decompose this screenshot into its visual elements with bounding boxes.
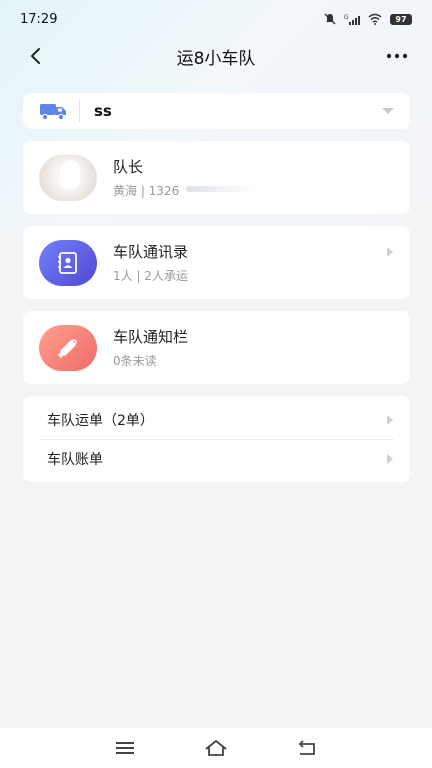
dropdown-arrow-icon[interactable] bbox=[382, 107, 394, 115]
leader-role: 队长 bbox=[113, 158, 144, 176]
chevron-right-icon bbox=[387, 415, 393, 425]
divider bbox=[79, 100, 80, 122]
megaphone-icon bbox=[58, 338, 77, 358]
status-time: 17:29 bbox=[20, 11, 58, 27]
list-item-team-orders[interactable]: 车队运单（2单） bbox=[23, 400, 410, 440]
more-icon[interactable] bbox=[386, 46, 408, 66]
team-selector[interactable]: ss bbox=[23, 93, 410, 129]
contacts-sub: 1人 | 2人承运 bbox=[113, 269, 188, 283]
team-menu-list: 车队运单（2单） 车队账单 bbox=[23, 396, 410, 482]
home-icon[interactable] bbox=[204, 739, 228, 757]
signal-icon: G bbox=[344, 14, 360, 25]
list-item-team-bills[interactable]: 车队账单 bbox=[23, 439, 410, 479]
contacts-title: 车队通讯录 bbox=[113, 243, 189, 261]
avatar-face bbox=[60, 159, 80, 190]
wifi-icon bbox=[368, 13, 382, 25]
back-icon[interactable] bbox=[295, 739, 319, 757]
notices-sub: 0条未读 bbox=[113, 354, 157, 368]
page-title: 运8小车队 bbox=[176, 48, 256, 69]
truck-icon bbox=[40, 104, 66, 121]
notices-title: 车队通知栏 bbox=[113, 328, 189, 346]
battery-indicator: 97 bbox=[390, 13, 412, 25]
team-orders-label: 车队运单（2单） bbox=[47, 413, 154, 429]
notices-card[interactable]: 车队通知栏 0条未读 bbox=[23, 311, 410, 384]
mute-bell-icon bbox=[324, 13, 336, 25]
address-book-icon bbox=[58, 251, 77, 274]
team-bills-label: 车队账单 bbox=[47, 452, 103, 468]
chevron-right-icon bbox=[387, 247, 393, 257]
leader-info: 黄海 | 1326 bbox=[113, 184, 180, 198]
chevron-right-icon bbox=[387, 454, 393, 464]
back-arrow-icon[interactable] bbox=[26, 46, 46, 66]
contacts-icon-circle bbox=[39, 239, 97, 286]
team-name: ss bbox=[94, 102, 112, 120]
menu-icon[interactable] bbox=[113, 739, 137, 757]
avatar bbox=[39, 154, 97, 201]
status-bar: 17:29 G 97 bbox=[0, 0, 432, 38]
nav-bar: 运8小车队 bbox=[0, 38, 432, 74]
notices-icon-circle bbox=[39, 324, 97, 371]
contacts-card[interactable]: 车队通讯录 1人 | 2人承运 bbox=[23, 226, 410, 299]
svg-text:G: G bbox=[344, 14, 349, 21]
system-nav-bar bbox=[0, 728, 432, 768]
leader-card[interactable]: 队长 黄海 | 1326 bbox=[23, 141, 410, 214]
redacted-phone-blur bbox=[186, 186, 258, 192]
